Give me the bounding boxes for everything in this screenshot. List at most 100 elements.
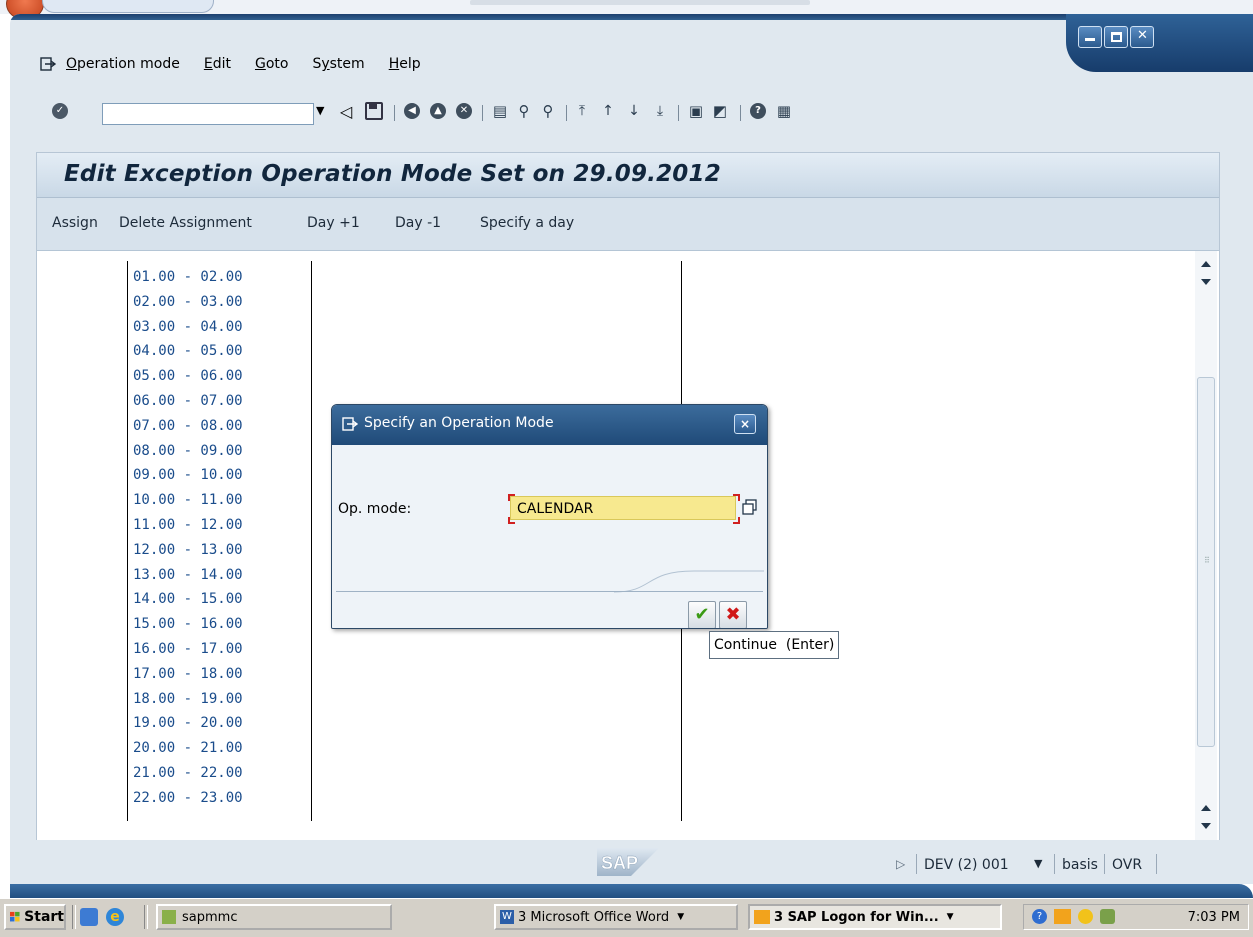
status-divider — [1156, 854, 1157, 874]
dialog-menu-icon[interactable] — [342, 417, 358, 431]
time-slot-row[interactable]: 06.00 - 07.00 — [133, 393, 243, 409]
security-shield-icon[interactable] — [1078, 909, 1093, 924]
time-slot-row[interactable]: 14.00 - 15.00 — [133, 591, 243, 607]
continue-button[interactable]: ✔ — [688, 601, 716, 628]
status-divider — [916, 854, 917, 874]
exit-button[interactable]: ▲ — [428, 98, 448, 124]
day-minus-button[interactable]: Day -1 — [395, 215, 441, 231]
menu-goto[interactable]: Goto — [255, 56, 288, 72]
help-tray-icon[interactable]: ? — [1032, 909, 1047, 924]
menu-system[interactable]: System — [312, 56, 364, 72]
maximize-icon — [1111, 32, 1122, 42]
scroll-thumb[interactable]: ⠿ — [1197, 377, 1215, 747]
task-word[interactable]: W 3 Microsoft Office Word ▼ — [494, 904, 738, 930]
back-arrow-icon[interactable]: ◁ — [336, 98, 356, 124]
new-session-icon: ▣ — [688, 102, 704, 120]
task-label: sapmmc — [182, 909, 238, 925]
show-desktop-icon[interactable] — [80, 908, 98, 926]
sap-tray-icon[interactable] — [1054, 909, 1071, 924]
network-tray-icon[interactable] — [1100, 909, 1115, 924]
help-button[interactable]: ? — [748, 98, 768, 124]
menu-help[interactable]: Help — [389, 56, 421, 72]
close-icon: ✕ — [1137, 28, 1148, 43]
time-slot-row[interactable]: 16.00 - 17.00 — [133, 641, 243, 657]
dialog-title: Specify an Operation Mode — [364, 415, 554, 431]
maximize-button[interactable] — [1104, 26, 1128, 48]
schedule-left-border — [127, 261, 128, 821]
time-slot-row[interactable]: 05.00 - 06.00 — [133, 368, 243, 384]
scroll-down-page-icon[interactable] — [1201, 279, 1211, 285]
vertical-scrollbar[interactable]: ⠿ — [1195, 251, 1217, 841]
internet-explorer-icon[interactable]: e — [106, 908, 124, 926]
layout-menu-button[interactable]: ▦ — [774, 98, 794, 124]
system-toolbar: ✓ ▼ ◁ ◀ ▲ ✕ ▤ ⚲ ⚲ ⤒ ↑ ↓ ⤓ ▣ ◩ ? ▦ — [10, 98, 1240, 132]
cancel-button[interactable]: ✕ — [454, 98, 474, 124]
menu-operation-mode[interactable]: Operation mode — [66, 56, 180, 72]
time-slot-row[interactable]: 07.00 - 08.00 — [133, 418, 243, 434]
time-slot-row[interactable]: 08.00 - 09.00 — [133, 443, 243, 459]
title-bar: Edit Exception Operation Mode Set on 29.… — [37, 153, 1219, 198]
value-help-icon[interactable] — [742, 499, 758, 515]
assign-button[interactable]: Assign — [52, 215, 98, 231]
back-button[interactable]: ◀ — [402, 98, 422, 124]
time-slot-row[interactable]: 22.00 - 23.00 — [133, 790, 243, 806]
scroll-up-page-icon[interactable] — [1201, 805, 1211, 811]
find-next-button[interactable]: ⚲ — [538, 98, 558, 124]
task-label: 3 SAP Logon for Win... — [774, 909, 939, 925]
time-slot-row[interactable]: 19.00 - 20.00 — [133, 715, 243, 731]
day-plus-button[interactable]: Day +1 — [307, 215, 360, 231]
scroll-down-icon[interactable] — [1201, 823, 1211, 829]
background-window-title — [470, 0, 810, 5]
dialog-close-button[interactable]: × — [734, 414, 756, 434]
find-button[interactable]: ⚲ — [514, 98, 534, 124]
task-sapmmc[interactable]: sapmmc — [156, 904, 392, 930]
minimize-button[interactable] — [1078, 26, 1102, 48]
command-field[interactable] — [102, 103, 314, 125]
status-divider — [1104, 854, 1105, 874]
time-slot-row[interactable]: 12.00 - 13.00 — [133, 542, 243, 558]
time-slot-row[interactable]: 21.00 - 22.00 — [133, 765, 243, 781]
new-session-button[interactable]: ▣ — [686, 98, 706, 124]
task-sap-logon[interactable]: 3 SAP Logon for Win... ▼ — [748, 904, 1002, 930]
time-slot-row[interactable]: 10.00 - 11.00 — [133, 492, 243, 508]
first-page-button[interactable]: ⤒ — [572, 98, 592, 124]
time-slot-row[interactable]: 01.00 - 02.00 — [133, 269, 243, 285]
status-expand-icon[interactable]: ▷ — [896, 857, 905, 871]
menu-edit[interactable]: Edit — [204, 56, 231, 72]
time-slot-row[interactable]: 04.00 - 05.00 — [133, 343, 243, 359]
taskbar-separator — [72, 905, 76, 929]
toolbar-separator — [740, 105, 741, 121]
time-slot-row[interactable]: 18.00 - 19.00 — [133, 691, 243, 707]
specify-day-button[interactable]: Specify a day — [480, 215, 574, 231]
scroll-up-icon[interactable] — [1201, 261, 1211, 267]
time-slot-row[interactable]: 15.00 - 16.00 — [133, 616, 243, 632]
save-button[interactable] — [364, 98, 384, 124]
time-slot-row[interactable]: 11.00 - 12.00 — [133, 517, 243, 533]
application-toolbar: Assign Delete Assignment Day +1 Day -1 S… — [37, 198, 1219, 251]
dialog-header: Specify an Operation Mode × — [332, 405, 767, 445]
command-dropdown-icon[interactable]: ▼ — [316, 104, 324, 117]
shortcut-button[interactable]: ◩ — [710, 98, 730, 124]
time-slot-row[interactable]: 02.00 - 03.00 — [133, 294, 243, 310]
next-page-button[interactable]: ↓ — [624, 98, 644, 124]
cancel-button[interactable]: ✖ — [719, 601, 747, 628]
time-slot-row[interactable]: 20.00 - 21.00 — [133, 740, 243, 756]
system-dropdown-icon[interactable]: ▼ — [1034, 857, 1042, 870]
first-page-icon: ⤒ — [578, 103, 586, 119]
previous-page-button[interactable]: ↑ — [598, 98, 618, 124]
op-mode-input[interactable]: CALENDAR — [510, 496, 736, 520]
print-button[interactable]: ▤ — [490, 98, 510, 124]
start-button[interactable]: Start — [4, 904, 66, 930]
time-slot-row[interactable]: 09.00 - 10.00 — [133, 467, 243, 483]
dialog-separator — [336, 591, 763, 592]
scroll-grip-icon: ⠿ — [1204, 556, 1210, 565]
insert-mode: OVR — [1112, 857, 1143, 873]
time-slot-row[interactable]: 17.00 - 18.00 — [133, 666, 243, 682]
enter-button[interactable]: ✓ — [50, 98, 70, 124]
last-page-button[interactable]: ⤓ — [650, 98, 670, 124]
delete-assignment-button[interactable]: Delete Assignment — [119, 215, 252, 231]
time-slot-row[interactable]: 13.00 - 14.00 — [133, 567, 243, 583]
close-window-button[interactable]: ✕ — [1130, 26, 1154, 48]
time-slot-row[interactable]: 03.00 - 04.00 — [133, 319, 243, 335]
menu-dropdown-icon[interactable] — [40, 57, 56, 71]
